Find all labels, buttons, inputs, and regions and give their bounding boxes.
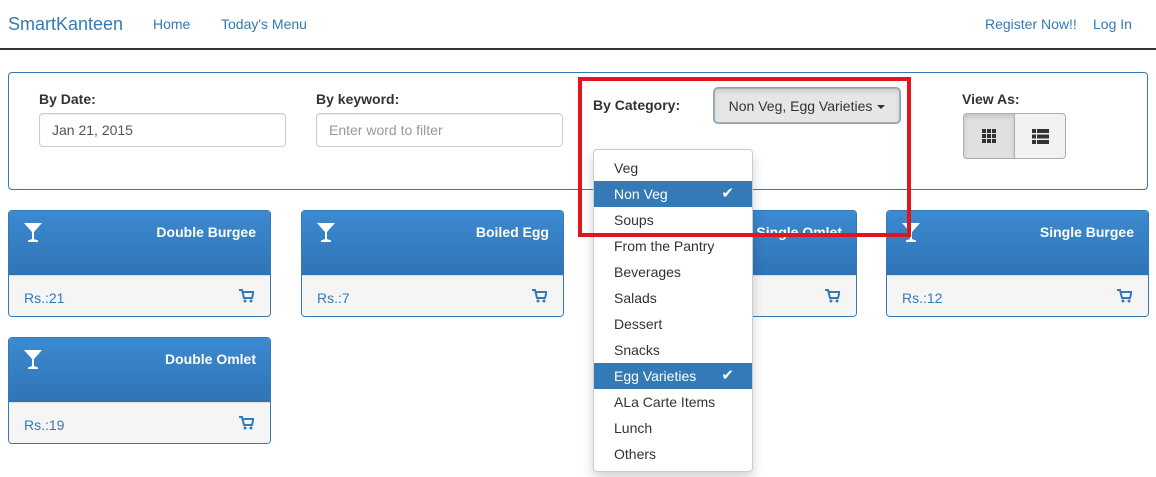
cocktail-glass-icon (24, 223, 42, 242)
category-dropdown-button[interactable]: Non Veg, Egg Varieties (714, 88, 900, 123)
product-price: Rs.:12 (902, 290, 943, 306)
checkmark-icon: ✔ (721, 367, 734, 384)
category-option-label: Dessert (614, 316, 663, 332)
category-option-label: Salads (614, 290, 657, 306)
list-view-button[interactable] (1015, 113, 1066, 159)
category-option[interactable]: From the Pantry (594, 233, 752, 259)
product-price: Rs.:19 (24, 417, 65, 433)
keyword-input[interactable]: Enter word to filter (316, 113, 563, 147)
category-option-label: From the Pantry (614, 238, 715, 254)
view-label: View As: (962, 91, 1020, 107)
nav-link-home[interactable]: Home (153, 16, 190, 32)
category-option-label: Beverages (614, 264, 681, 280)
product-card-footer: Rs.:7 (302, 275, 563, 316)
product-name: Single Omlet (756, 224, 842, 240)
product-card[interactable]: Single Burgee Rs.:12 (886, 210, 1149, 317)
shopping-cart-icon[interactable] (1117, 289, 1132, 303)
category-option[interactable]: Snacks (594, 337, 752, 363)
cocktail-glass-icon (24, 350, 42, 369)
grid-view-button[interactable] (963, 113, 1015, 159)
category-option[interactable]: Dessert (594, 311, 752, 337)
view-toggle-group (963, 113, 1066, 159)
category-option[interactable]: Soups (594, 207, 752, 233)
product-name: Single Burgee (1039, 224, 1134, 240)
product-card-header: Double Burgee (9, 211, 270, 275)
shopping-cart-icon[interactable] (239, 416, 254, 430)
category-option-label: Others (614, 446, 657, 462)
category-dropdown-menu: Veg Non Veg ✔ Soups From the Pantry Beverages… (593, 149, 753, 472)
login-link[interactable]: Log In (1093, 16, 1132, 32)
shopping-cart-icon[interactable] (532, 289, 547, 303)
product-card-header: Boiled Egg (302, 211, 563, 275)
category-option-label: Egg Varieties (614, 368, 697, 384)
cocktail-glass-icon (317, 223, 335, 242)
product-name: Double Burgee (156, 224, 256, 240)
register-link[interactable]: Register Now!! (985, 16, 1077, 32)
filter-panel: By Date: Jan 21, 2015 By keyword: Enter … (8, 72, 1148, 190)
category-option-label: Snacks (614, 342, 660, 358)
category-option[interactable]: Beverages (594, 259, 752, 285)
product-price: Rs.:21 (24, 290, 65, 306)
grid-icon (982, 129, 996, 143)
product-card-footer: Rs.:19 (9, 402, 270, 443)
date-value: Jan 21, 2015 (52, 122, 133, 138)
category-option[interactable]: Veg (594, 155, 752, 181)
nav-link-todays-menu[interactable]: Today's Menu (221, 16, 307, 32)
category-option-label: Soups (614, 212, 654, 228)
product-name: Double Omlet (164, 351, 256, 367)
product-price: Rs.:7 (317, 290, 350, 306)
category-option[interactable]: Salads (594, 285, 752, 311)
category-label: By Category: (593, 97, 681, 113)
shopping-cart-icon[interactable] (825, 289, 840, 303)
product-name: Boiled Egg (475, 224, 549, 240)
date-field[interactable]: Jan 21, 2015 (39, 113, 286, 147)
category-option[interactable]: Lunch (594, 415, 752, 441)
keyword-placeholder: Enter word to filter (329, 122, 443, 138)
product-card-footer: Rs.:12 (887, 275, 1148, 316)
category-option-label: Veg (614, 160, 639, 176)
product-card[interactable]: Double Burgee Rs.:21 (8, 210, 271, 317)
product-card-footer: Rs.:21 (9, 275, 270, 316)
caret-down-icon (877, 104, 886, 109)
date-label: By Date: (39, 91, 96, 107)
navbar: SmartKanteen Home Today's Menu Register … (0, 0, 1156, 50)
category-option-label: Lunch (614, 420, 653, 436)
product-card-header: Single Burgee (887, 211, 1148, 275)
category-option[interactable]: ALa Carte Items (594, 389, 752, 415)
product-card[interactable]: Boiled Egg Rs.:7 (301, 210, 564, 317)
cocktail-glass-icon (902, 223, 920, 242)
category-value: Non Veg, Egg Varieties (728, 97, 873, 114)
list-icon (1031, 128, 1049, 144)
category-option-label: ALa Carte Items (614, 394, 716, 410)
brand-link[interactable]: SmartKanteen (8, 14, 123, 35)
category-option-label: Non Veg (614, 186, 668, 202)
keyword-label: By keyword: (316, 91, 400, 107)
shopping-cart-icon[interactable] (239, 289, 254, 303)
product-card-header: Double Omlet (9, 338, 270, 402)
checkmark-icon: ✔ (721, 185, 734, 202)
category-option[interactable]: Non Veg ✔ (594, 181, 752, 207)
product-card[interactable]: Double Omlet Rs.:19 (8, 337, 271, 444)
category-option[interactable]: Others (594, 441, 752, 467)
category-option[interactable]: Egg Varieties ✔ (594, 363, 752, 389)
